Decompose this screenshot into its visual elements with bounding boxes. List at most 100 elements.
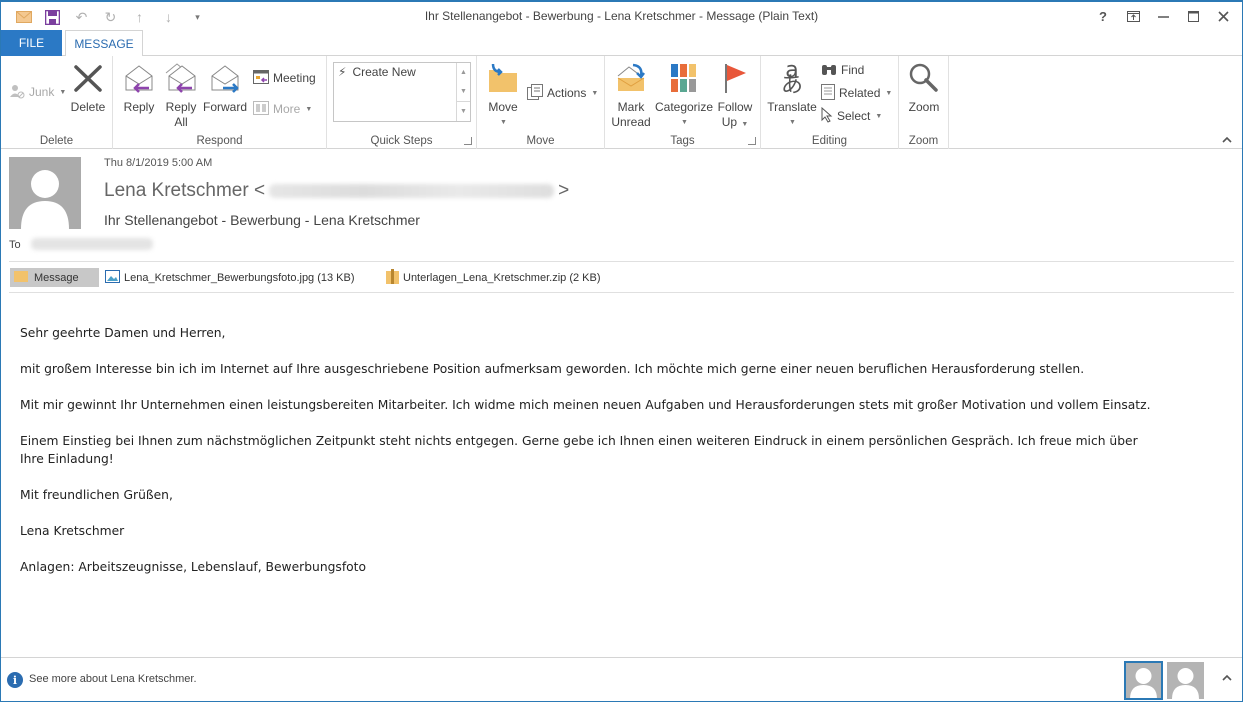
quick-steps-gallery: ⚡ Create New ▲ ▼ ▼ [333,62,471,122]
close-button[interactable] [1208,5,1238,27]
quick-steps-scroll: ▲ ▼ ▼ [456,63,470,121]
forward-icon [208,60,242,96]
mark-unread-icon [614,60,648,96]
reply-all-icon [164,60,198,96]
follow-up-label-1: Follow [717,100,753,114]
related-label: Related [839,86,881,100]
related-button[interactable]: Related ▼ [821,83,892,103]
translate-icon: aあ [780,58,803,98]
categorize-button[interactable]: Categorize ▼ [655,60,713,130]
body-paragraph: Mit freundlichen Grüßen, [20,488,173,502]
attachments-bar: Message Lena_Kretschmer_Bewerbungsfoto.j… [9,261,1234,293]
scroll-up-button[interactable]: ▲ [457,63,470,82]
find-label: Find [841,63,865,77]
sender[interactable]: Lena Kretschmer < > [104,180,569,202]
reply-button[interactable]: Reply [121,60,157,115]
attachment-zip[interactable]: Unterlagen_Lena_Kretschmer.zip (2 KB) [386,268,601,287]
body-paragraph: Lena Kretschmer [20,524,125,538]
outlook-message-window: ↶ ↻ ↑ ↓ ▾ Ihr Stellenangebot - Bewerbung… [0,0,1243,702]
attachment-message[interactable]: Message [10,268,99,287]
magnifier-icon [907,60,941,96]
expand-gallery-button[interactable]: ▼ [457,101,470,120]
attachment-label: Lena_Kretschmer_Bewerbungsfoto.jpg (13 K… [124,271,355,284]
quick-steps-group: ⚡ Create New ▲ ▼ ▼ Quick Steps [327,56,477,149]
help-button[interactable]: ? [1088,5,1118,27]
more-icon [253,100,269,118]
move-label: Move [488,100,518,114]
attachment-image[interactable]: Lena_Kretschmer_Bewerbungsfoto.jpg (13 K… [105,268,355,287]
forward-label: Forward [203,100,248,114]
people-pane-contact-selected[interactable] [1124,661,1163,700]
zoom-label: Zoom [908,100,940,114]
quick-step-label: Create New [352,65,416,79]
tags-launcher[interactable] [748,137,756,145]
more-button[interactable]: More ▼ [253,99,312,119]
sender-email-close: > [558,180,570,201]
translate-button[interactable]: aあ Translate ▼ [765,60,819,130]
categorize-icon [667,60,701,96]
body-paragraph: Anlagen: Arbeitszeugnisse, Lebenslauf, B… [20,560,367,574]
translate-label: Translate [767,100,817,114]
body-paragraph: mit großem Interesse bin ich im Internet… [20,362,1085,376]
message-body[interactable]: Sehr geehrte Damen und Herren, mit große… [20,324,1220,594]
cursor-icon [821,106,833,126]
editing-group: aあ Translate ▼ Find Related ▼ Select ▼ E… [761,56,899,149]
related-icon [821,83,835,103]
maximize-button[interactable] [1178,5,1208,27]
sender-email-redacted [269,183,555,198]
delete-button[interactable]: Delete [69,60,107,115]
more-label: More [273,102,301,116]
body-paragraph: Mit mir gewinnt Ihr Unternehmen einen le… [20,398,1151,412]
scroll-down-button[interactable]: ▼ [457,82,470,101]
ribbon: Junk ▼ Delete Delete Reply Reply All For… [1,56,1242,149]
binoculars-icon [821,62,837,79]
junk-label: Junk [29,85,55,99]
ribbon-display-options-button[interactable] [1118,5,1148,27]
find-button[interactable]: Find [821,60,864,80]
mark-unread-button[interactable]: Mark Unread [609,60,653,130]
title-bar: ↶ ↻ ↑ ↓ ▾ Ihr Stellenangebot - Bewerbung… [1,2,1242,32]
select-label: Select [837,109,871,123]
reply-icon [122,60,156,96]
sent-date: Thu 8/1/2019 5:00 AM [104,157,213,169]
sender-avatar[interactable] [9,157,81,229]
info-icon: i [7,672,23,688]
body-paragraph: Sehr geehrte Damen und Herren, [20,326,226,340]
zoom-button[interactable]: Zoom [905,60,943,115]
zoom-group-label: Zoom [908,135,939,147]
people-pane: i See more about Lena Kretschmer. [1,657,1242,702]
collapse-ribbon-button[interactable] [1222,134,1232,146]
respond-group-label: Respond [196,135,243,147]
junk-button[interactable]: Junk ▼ [9,82,66,102]
mark-unread-label-1: Mark [617,100,645,114]
respond-group: Reply Reply All Forward Meeting More ▼ R… [113,56,327,149]
tab-message[interactable]: MESSAGE [65,30,143,57]
delete-label: Delete [70,100,106,114]
actions-icon [527,83,543,103]
meeting-icon [253,69,269,87]
reply-all-label-1: Reply [165,100,197,114]
message-header: Thu 8/1/2019 5:00 AM Lena Kretschmer < > … [1,150,1242,262]
people-pane-contact[interactable] [1167,662,1204,699]
move-button[interactable]: Move ▼ [485,60,521,130]
delete-group-label: Delete [39,135,74,147]
sender-email-open: < [253,180,266,201]
meeting-button[interactable]: Meeting [253,68,316,88]
minimize-button[interactable] [1148,5,1178,27]
expand-people-pane-button[interactable] [1222,672,1232,684]
sender-name: Lena Kretschmer [104,180,249,201]
quick-steps-launcher[interactable] [464,137,472,145]
reply-all-button[interactable]: Reply All [163,60,199,130]
categorize-label: Categorize [654,100,714,114]
follow-up-button[interactable]: Follow Up ▼ [715,60,755,132]
forward-button[interactable]: Forward [203,60,247,115]
zoom-group: Zoom Zoom [899,56,949,149]
junk-icon [9,83,25,102]
see-more-link[interactable]: See more about Lena Kretschmer. [29,673,197,685]
tab-file[interactable]: FILE [1,30,62,56]
quick-step-create-new[interactable]: ⚡ Create New [338,65,416,79]
actions-label: Actions [547,86,587,100]
actions-button[interactable]: Actions ▼ [527,83,598,103]
select-button[interactable]: Select ▼ [821,106,882,126]
ribbon-tabs: FILE MESSAGE [1,30,1242,57]
